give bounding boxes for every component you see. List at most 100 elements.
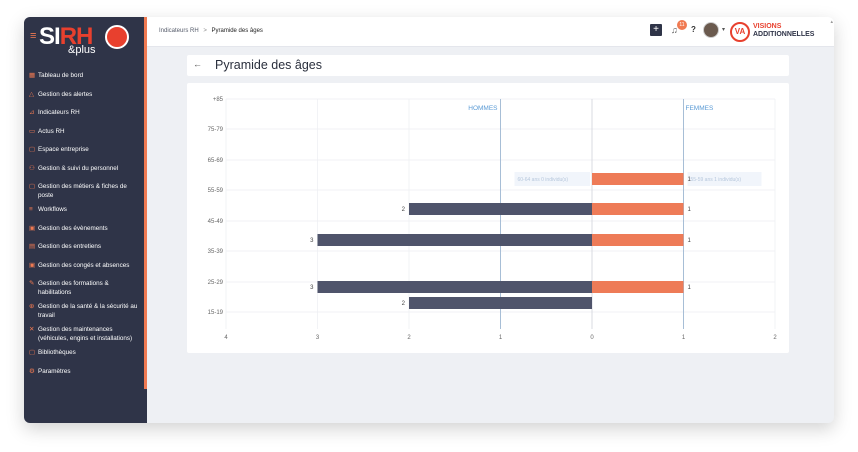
bar-label: 1 [688, 207, 692, 213]
sidebar: ≡ SIRH &plus ▦ Tableau de bord △ Gestion de… [24, 17, 147, 423]
sidebar-item[interactable]: ▢ Bibliothèques [24, 346, 144, 365]
bar-femmes [592, 234, 684, 246]
sidebar-item[interactable]: ⊿ Indicateurs RH [24, 106, 144, 125]
library-icon: ▢ [29, 349, 36, 356]
logo[interactable]: ≡ SIRH &plus [24, 17, 147, 65]
sidebar-item-label: Gestion des formations & habilitations [38, 280, 109, 296]
breadcrumb-parent[interactable]: Indicateurs RH [159, 28, 199, 34]
sidebar-item-label: Bibliothèques [38, 349, 76, 356]
bell-icon: △ [29, 90, 34, 98]
bar-label: 2 [402, 207, 406, 213]
tools-icon: ✕ [29, 326, 35, 333]
user-avatar[interactable] [703, 22, 719, 38]
breadcrumb: Indicateurs RH > Pyramide des âges [159, 28, 263, 34]
sidebar-item-label: Gestion des évènements [38, 224, 108, 232]
workflow-icon: ≡ [29, 206, 33, 213]
y-tick-label: 15-19 [208, 310, 224, 316]
bar-hommes [409, 203, 592, 215]
x-tick-label: 1 [499, 335, 503, 341]
scroll-indicator-icon[interactable]: ▴ [830, 19, 833, 25]
sidebar-item[interactable]: ⚙ Paramètres [24, 365, 144, 384]
tooltip-text: 60-64 ans 0 individu(s) [518, 177, 569, 183]
page-header: ← Pyramide des âges [187, 55, 789, 76]
sidebar-item-label: Gestion des congés et absences [38, 261, 130, 269]
brand-line-1: VISIONS [753, 23, 782, 30]
chart-icon: ⊿ [29, 109, 35, 116]
y-tick-label: 25-29 [208, 280, 224, 286]
logo-subtext: &plus [68, 44, 96, 56]
hamburger-icon[interactable]: ≡ [30, 30, 36, 42]
y-tick-label: 35-39 [208, 249, 224, 255]
bar-femmes [592, 281, 684, 293]
bar-hommes [317, 281, 592, 293]
x-tick-label: 2 [773, 335, 777, 341]
sidebar-item-label: Gestion & suivi du personnel [38, 164, 119, 172]
dashboard-icon: ▦ [29, 72, 36, 79]
sidebar-item[interactable]: ≡ Workflows [24, 203, 144, 222]
calendar-icon: ▣ [29, 261, 36, 269]
group-label-femmes: FEMMES [686, 105, 714, 112]
news-icon: ▭ [29, 127, 36, 135]
sidebar-item-label: Gestion des entretiens [38, 243, 102, 250]
health-icon: ⊕ [29, 303, 35, 310]
page-title: Pyramide des âges [215, 58, 323, 72]
sidebar-item-label: Gestion des maintenances (véhicules, eng… [38, 326, 133, 342]
app-window: ≡ SIRH &plus ▦ Tableau de bord △ Gestion de… [24, 17, 834, 423]
topbar: Indicateurs RH > Pyramide des âges + ♫ 1… [147, 17, 834, 47]
bar-femmes [592, 173, 684, 185]
sidebar-item[interactable]: ✕ Gestion des maintenances (véhicules, en… [24, 323, 144, 346]
sidebar-item[interactable]: ▣ Gestion des évènements [24, 222, 144, 241]
sidebar-item-label: Paramètres [38, 367, 71, 375]
bar-label: 2 [402, 301, 406, 307]
main-content: ← Pyramide des âges HOMMES FEMMES +85 75-79… [147, 47, 834, 423]
brand-logo: VA VISIONS ADDITIONNELLES [730, 21, 830, 43]
x-tick-label: 2 [407, 335, 411, 341]
sidebar-item[interactable]: ✎ Gestion des formations & habilitations [24, 277, 144, 300]
sidebar-item-label: Gestion de la santé & la sécurité au tra… [38, 303, 138, 319]
age-pyramid-chart: HOMMES FEMMES +85 75-79 65-69 55-59 45-49 35-39… [187, 83, 789, 353]
sidebar-item[interactable]: ▤ Gestion des entretiens [24, 240, 144, 259]
back-arrow-icon[interactable]: ← [193, 59, 202, 69]
sidebar-item[interactable]: ▭ Actus RH [24, 125, 144, 144]
y-tick-label: 75-79 [208, 127, 224, 133]
tooltip-text: 55-59 ans 1 individu(s) [691, 177, 742, 183]
sidebar-item-label: Gestion des métiers & fiches de poste [38, 183, 127, 199]
bar-femmes [592, 203, 684, 215]
bar-label: 1 [688, 285, 692, 291]
settings-icon: ⚙ [29, 367, 35, 375]
x-tick-label: 3 [316, 335, 320, 341]
sidebar-item-label: Actus RH [38, 127, 65, 135]
sidebar-item[interactable]: △ Gestion des alertes [24, 88, 144, 107]
sidebar-item-label: Indicateurs RH [38, 109, 80, 116]
brand-line-2: ADDITIONNELLES [753, 31, 815, 38]
folder-icon: ▢ [29, 183, 36, 190]
bar-label: 3 [310, 238, 314, 244]
group-label-hommes: HOMMES [468, 105, 498, 112]
help-button[interactable]: ? [691, 25, 696, 34]
logo-people-icon [105, 25, 129, 49]
sidebar-item-label: Tableau de bord [38, 72, 84, 79]
sidebar-item-label: Espace entreprise [38, 146, 89, 153]
x-tick-label: 4 [224, 335, 228, 341]
x-tick-label: 0 [590, 335, 594, 341]
sidebar-item[interactable]: ▦ Tableau de bord [24, 69, 144, 88]
y-tick-label: 65-69 [208, 158, 224, 164]
bar-label: 3 [310, 285, 314, 291]
sidebar-item[interactable]: ▣ Gestion des congés et absences [24, 259, 144, 278]
chart-svg: HOMMES FEMMES +85 75-79 65-69 55-59 45-49 35-39… [208, 97, 778, 341]
bar-label: 1 [688, 238, 692, 244]
calendar-icon: ▣ [29, 224, 36, 232]
sidebar-item[interactable]: ▢ Espace entreprise [24, 143, 144, 162]
sidebar-item[interactable]: ▢ Gestion des métiers & fiches de poste [24, 180, 144, 203]
add-button[interactable]: + [650, 24, 662, 36]
notification-badge: 11 [677, 20, 687, 30]
sidebar-item-label: Workflows [38, 206, 67, 213]
x-tick-label: 1 [682, 335, 686, 341]
sidebar-item[interactable]: ⊕ Gestion de la santé & la sécurité au tr… [24, 300, 144, 323]
chevron-down-icon[interactable]: ▾ [722, 26, 725, 33]
breadcrumb-separator: > [203, 28, 207, 34]
sidebar-item[interactable]: ⚇ Gestion & suivi du personnel [24, 162, 144, 181]
y-tick-label: 55-59 [208, 188, 224, 194]
bar-hommes [317, 234, 592, 246]
brand-mark-icon: VA [730, 22, 750, 42]
